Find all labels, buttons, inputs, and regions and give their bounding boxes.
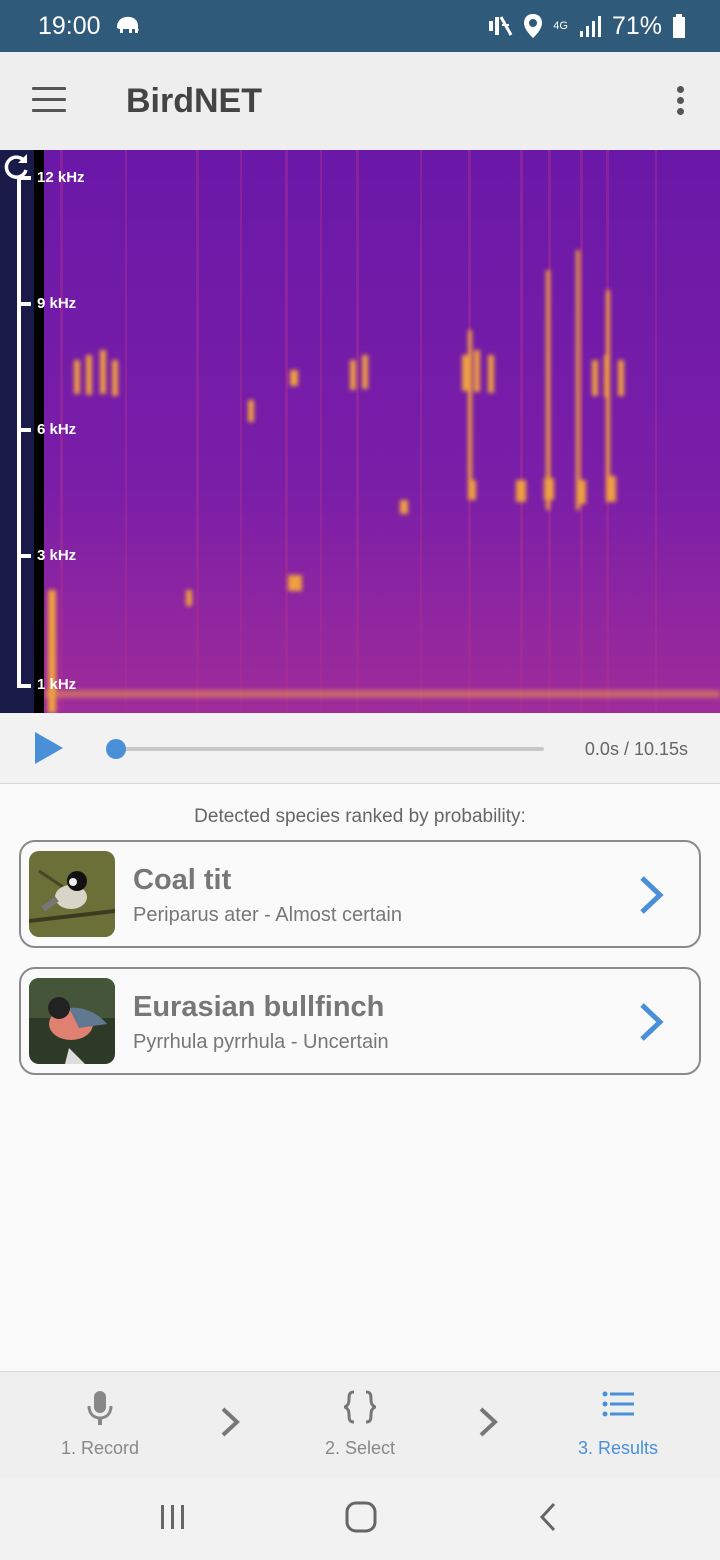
playback-time: 0.0s / 10.15s bbox=[584, 739, 688, 759]
mute-icon bbox=[489, 16, 513, 36]
play-icon[interactable] bbox=[34, 731, 64, 765]
frequency-scale-line bbox=[17, 178, 21, 688]
species-name: Coal tit bbox=[133, 864, 232, 896]
chevron-right-icon bbox=[479, 1407, 498, 1437]
elephant-icon bbox=[117, 16, 139, 33]
status-bar: 19:00 4G 71% bbox=[0, 0, 720, 52]
chevron-right-icon bbox=[640, 1003, 664, 1041]
freq-label-6khz: 6 kHz bbox=[37, 421, 77, 438]
chevron-right-icon bbox=[221, 1407, 240, 1437]
species-name: Eurasian bullfinch bbox=[133, 991, 385, 1023]
chevron-right-icon bbox=[640, 876, 664, 914]
nav-label: 1. Record bbox=[60, 1438, 140, 1458]
freq-label-3khz: 3 kHz bbox=[37, 547, 77, 564]
list-icon bbox=[602, 1391, 634, 1417]
spectrogram[interactable]: 12 kHz 9 kHz 6 kHz 3 kHz 1 kHz bbox=[0, 150, 720, 713]
nav-step-select[interactable]: 2. Select bbox=[280, 1372, 440, 1478]
results-heading: Detected species ranked by probability: bbox=[194, 806, 526, 827]
menu-icon[interactable] bbox=[32, 87, 66, 113]
tick-1khz bbox=[17, 684, 31, 688]
seek-handle[interactable] bbox=[106, 739, 126, 759]
app-bar: BirdNET bbox=[0, 52, 720, 150]
nav-label: 2. Select bbox=[324, 1438, 396, 1458]
tick-9khz bbox=[17, 302, 31, 306]
nav-label: 3. Results bbox=[577, 1438, 659, 1458]
audio-player: 0.0s / 10.15s bbox=[0, 713, 720, 784]
seek-bar[interactable] bbox=[114, 747, 544, 751]
species-subtitle: Periparus ater - Almost certain bbox=[133, 904, 402, 926]
location-icon bbox=[524, 14, 543, 38]
more-vertical-icon[interactable] bbox=[670, 86, 690, 118]
battery-icon bbox=[673, 14, 685, 38]
nav-step-record[interactable]: 1. Record bbox=[20, 1372, 180, 1478]
tick-6khz bbox=[17, 428, 31, 432]
back-icon[interactable] bbox=[536, 1499, 560, 1535]
microphone-icon bbox=[87, 1391, 113, 1425]
freq-label-1khz: 1 kHz bbox=[37, 676, 77, 693]
nav-step-results[interactable]: 3. Results bbox=[538, 1372, 698, 1478]
species-subtitle: Pyrrhula pyrrhula - Uncertain bbox=[133, 1031, 389, 1053]
system-navigation-bar bbox=[0, 1477, 720, 1560]
eurasian-bullfinch-image bbox=[29, 978, 115, 1064]
recent-apps-icon[interactable] bbox=[158, 1499, 188, 1535]
step-navigation: 1. Record 2. Select 3. Results bbox=[0, 1371, 720, 1478]
spectrogram-image bbox=[44, 150, 720, 713]
species-card-eurasian-bullfinch[interactable]: Eurasian bullfinch Pyrrhula pyrrhula - U… bbox=[19, 967, 701, 1075]
refresh-icon[interactable] bbox=[0, 150, 32, 182]
home-icon[interactable] bbox=[344, 1499, 378, 1535]
signal-icon bbox=[579, 16, 601, 37]
coal-tit-image bbox=[29, 851, 115, 937]
species-card-coal-tit[interactable]: Coal tit Periparus ater - Almost certain bbox=[19, 840, 701, 948]
freq-label-12khz: 12 kHz bbox=[37, 169, 85, 186]
app-title: BirdNET bbox=[126, 82, 262, 120]
network-type: 4G bbox=[553, 20, 568, 32]
battery-percent: 71% bbox=[611, 11, 662, 40]
tick-3khz bbox=[17, 554, 31, 558]
status-time: 19:00 bbox=[38, 12, 101, 40]
braces-icon bbox=[344, 1390, 376, 1424]
freq-label-9khz: 9 kHz bbox=[37, 295, 77, 312]
